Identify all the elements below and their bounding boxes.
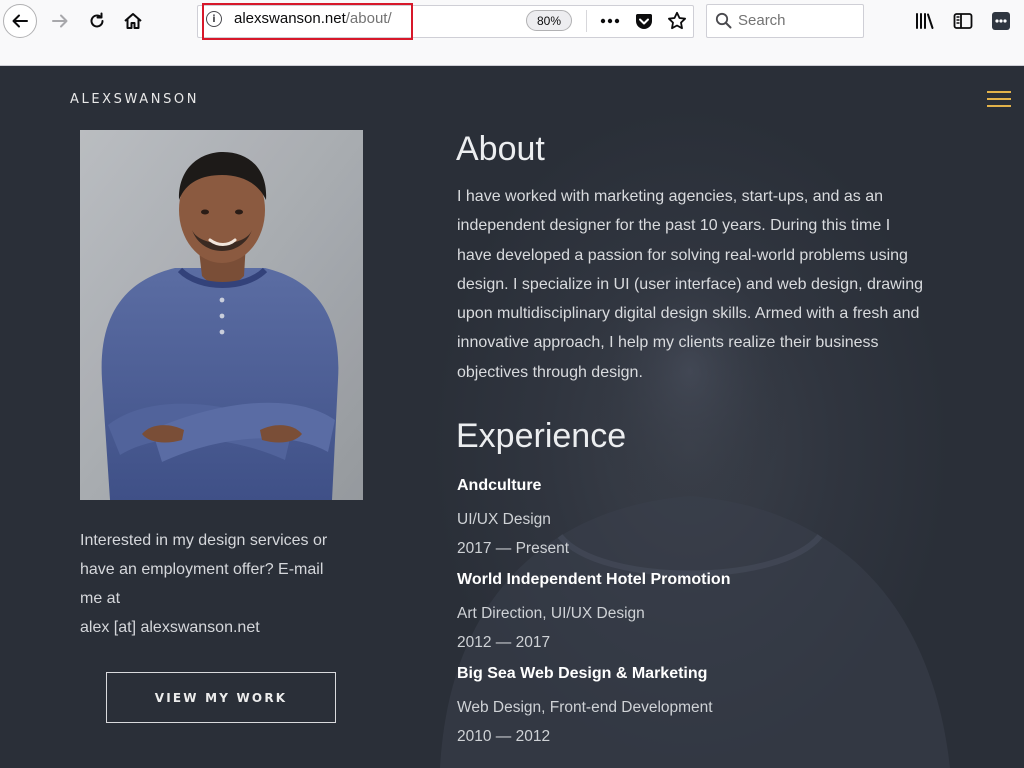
about-line: innovative approach, I help my clients r… xyxy=(457,334,879,352)
sidebar-toggle-button[interactable] xyxy=(950,8,976,34)
search-icon xyxy=(715,12,732,29)
arrow-left-icon xyxy=(12,14,28,28)
forward-button[interactable] xyxy=(46,7,74,35)
browser-toolbar: i alexswanson.net/about/ 80% xyxy=(0,0,1024,66)
arrow-right-icon xyxy=(52,14,68,28)
job-company: World Independent Hotel Promotion xyxy=(457,571,731,588)
contact-line: me at xyxy=(80,590,121,607)
library-icon xyxy=(916,13,934,29)
job-years: 2017 — Present xyxy=(457,540,570,557)
about-line: I have worked with marketing agencies, s… xyxy=(457,188,883,205)
pocket-button[interactable] xyxy=(631,7,657,35)
about-paragraph: I have worked with marketing agencies, s… xyxy=(457,182,977,387)
home-button[interactable] xyxy=(119,7,147,35)
experience-item: Big Sea Web Design & Marketing Web Desig… xyxy=(457,665,977,746)
contact-email[interactable]: alex [at] alexswanson.net xyxy=(80,613,370,642)
about-line: independent designer for the past 10 yea… xyxy=(457,217,891,235)
experience-item: Andculture UI/UX Design 2017 — Present xyxy=(457,477,977,558)
view-my-work-button[interactable]: VIEW MY WORK xyxy=(106,672,336,723)
bookmark-button[interactable] xyxy=(664,7,690,35)
contact-line: have an employment offer? E-mail xyxy=(80,561,324,578)
experience-item: World Independent Hotel Promotion Art Di… xyxy=(457,571,977,652)
toolbar-divider xyxy=(586,10,587,32)
job-role: Web Design, Front-end Development xyxy=(457,699,713,716)
search-input[interactable] xyxy=(738,9,856,31)
about-line: objectives through design. xyxy=(457,363,643,381)
site-logo[interactable]: ALEXSWANSON xyxy=(70,92,199,107)
job-years: 2012 — 2017 xyxy=(457,634,551,651)
experience-heading: Experience xyxy=(456,417,627,455)
page-actions-button[interactable] xyxy=(597,7,623,35)
url-highlight-box xyxy=(202,3,413,40)
back-button[interactable] xyxy=(3,4,37,38)
about-page: ALEXSWANSON Interested in my design serv… xyxy=(0,66,1024,768)
sidebar-icon xyxy=(953,13,973,29)
profile-photo xyxy=(80,130,363,500)
reload-icon xyxy=(90,12,104,28)
reload-button[interactable] xyxy=(83,7,111,35)
about-line: have developed a passion for solving rea… xyxy=(457,246,908,264)
job-company: Andculture xyxy=(457,477,542,494)
more-dots-icon xyxy=(600,18,620,24)
about-line: design. I specialize in UI (user interfa… xyxy=(457,275,924,293)
home-icon xyxy=(124,13,142,29)
zoom-level-button[interactable]: 80% xyxy=(526,10,572,31)
job-company: Big Sea Web Design & Marketing xyxy=(457,665,708,682)
job-years: 2010 — 2012 xyxy=(457,728,551,745)
about-line: upon multidisciplinary digital design sk… xyxy=(457,305,920,323)
contact-line: Interested in my design services or xyxy=(80,532,328,549)
library-button[interactable] xyxy=(912,8,938,34)
contact-text: Interested in my design services or have… xyxy=(80,526,370,642)
star-icon xyxy=(668,11,686,30)
extension-button[interactable] xyxy=(988,8,1014,34)
job-role: UI/UX Design xyxy=(457,511,551,528)
about-heading: About xyxy=(456,130,545,168)
job-role: Art Direction, UI/UX Design xyxy=(457,605,645,622)
password-manager-icon xyxy=(992,12,1010,30)
menu-icon[interactable] xyxy=(987,91,1011,107)
pocket-icon xyxy=(636,13,652,29)
